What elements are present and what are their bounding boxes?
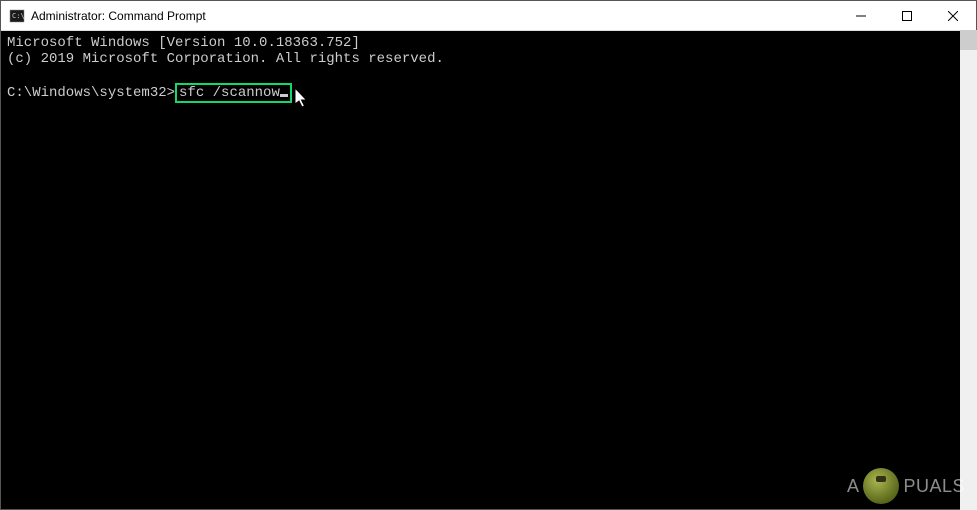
titlebar[interactable]: C:\ Administrator: Command Prompt (1, 1, 976, 31)
svg-text:C:\: C:\ (12, 12, 25, 20)
copyright-line: (c) 2019 Microsoft Corporation. All righ… (7, 51, 970, 67)
prompt-path: C:\Windows\system32> (7, 85, 175, 101)
scrollbar-thumb[interactable] (960, 30, 977, 50)
window-controls (838, 1, 976, 30)
maximize-button[interactable] (884, 1, 930, 30)
blank-line (7, 67, 970, 83)
text-cursor (280, 94, 288, 97)
minimize-button[interactable] (838, 1, 884, 30)
cmd-icon: C:\ (9, 8, 25, 24)
watermark-logo-icon (863, 468, 899, 504)
close-button[interactable] (930, 1, 976, 30)
watermark-text-prefix: A (847, 476, 860, 497)
window-title: Administrator: Command Prompt (31, 9, 838, 23)
terminal-output[interactable]: Microsoft Windows [Version 10.0.18363.75… (1, 31, 976, 509)
command-prompt-window: C:\ Administrator: Command Prompt Micros… (0, 0, 977, 510)
version-line: Microsoft Windows [Version 10.0.18363.75… (7, 35, 970, 51)
watermark: A PUALS (847, 468, 965, 504)
typed-command: sfc /scannow (179, 85, 280, 101)
vertical-scrollbar[interactable] (960, 30, 977, 510)
prompt-line: C:\Windows\system32>sfc /scannow (7, 83, 970, 103)
command-highlight: sfc /scannow (175, 83, 292, 103)
watermark-text-suffix: PUALS (903, 476, 965, 497)
